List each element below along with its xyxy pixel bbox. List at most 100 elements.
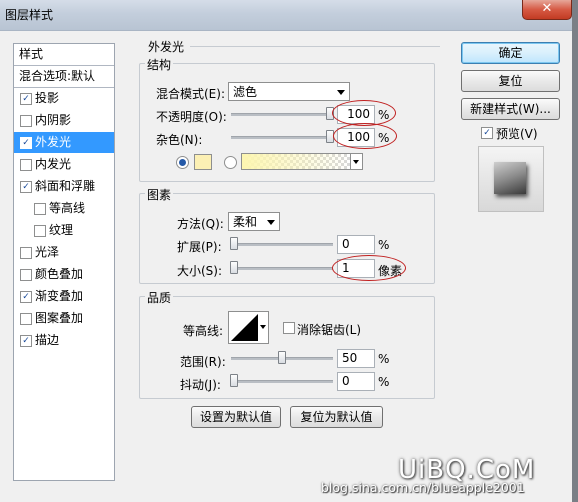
style-checkbox[interactable]	[34, 203, 46, 215]
style-list-item-label: 内阴影	[35, 113, 72, 127]
contour-label: 等高线:	[183, 324, 224, 338]
style-list-item[interactable]: ✓ 外发光	[14, 132, 114, 153]
style-checkbox[interactable]: ✓	[20, 93, 32, 105]
quality-title: 品质	[145, 289, 174, 306]
opacity-label: 不透明度(O):	[156, 110, 227, 124]
chevron-down-icon	[267, 220, 275, 225]
title-bar[interactable]: 图层样式 ✕	[0, 0, 578, 31]
contour-linear-icon	[231, 314, 258, 341]
style-checkbox[interactable]: ✓	[20, 291, 32, 303]
noise-slider[interactable]	[231, 136, 333, 139]
style-list-item[interactable]: ✓ 斜面和浮雕	[14, 176, 114, 197]
style-list-item[interactable]: ✓ 渐变叠加	[14, 286, 114, 307]
style-checkbox[interactable]	[20, 159, 32, 171]
blend-options-item[interactable]: 混合选项:默认	[14, 66, 114, 88]
chevron-down-icon	[337, 90, 345, 95]
ok-button[interactable]: 确定	[461, 42, 560, 64]
style-list: 样式 混合选项:默认 ✓ 投影 内阴影 ✓ 外发光 内发光 ✓ 斜面和浮雕 等高线 纹理 光泽 颜色叠…	[13, 43, 115, 481]
style-checkbox[interactable]: ✓	[20, 137, 32, 149]
style-list-item[interactable]: 图案叠加	[14, 308, 114, 329]
make-default-button[interactable]: 设置为默认值	[191, 406, 281, 428]
spread-input[interactable]: 0	[337, 235, 375, 254]
style-list-item-label: 描边	[35, 333, 60, 347]
style-list-item-label: 内发光	[35, 157, 72, 171]
preview-swatch	[494, 162, 526, 194]
size-slider[interactable]	[231, 267, 333, 270]
contour-dropdown[interactable]	[259, 311, 269, 344]
style-list-item-label: 光泽	[35, 245, 60, 259]
style-list-item[interactable]: 等高线	[14, 198, 114, 219]
glow-gradient-swatch[interactable]	[241, 153, 351, 170]
style-list-item-label: 图案叠加	[35, 311, 84, 325]
opacity-slider[interactable]	[231, 113, 333, 116]
style-list-item-label: 颜色叠加	[35, 267, 84, 281]
antialias-checkbox[interactable]	[283, 322, 295, 334]
style-checkbox[interactable]: ✓	[20, 335, 32, 347]
style-list-item-label: 等高线	[49, 201, 86, 215]
highlight-ellipse	[333, 123, 397, 149]
chevron-down-icon	[260, 325, 266, 329]
blend-mode-label: 混合模式(E):	[156, 87, 225, 101]
style-list-item-label: 外发光	[35, 135, 72, 149]
section-divider	[190, 46, 440, 47]
style-checkbox[interactable]	[20, 269, 32, 281]
watermark-url: blog.sina.com.cn/blueapple2001	[321, 480, 525, 495]
style-list-item[interactable]: ✓ 描边	[14, 330, 114, 351]
section-title: 外发光	[148, 40, 185, 54]
style-checkbox[interactable]	[20, 247, 32, 259]
spread-unit: %	[378, 238, 390, 252]
radio-dot	[179, 159, 186, 166]
range-input[interactable]: 50	[337, 349, 375, 368]
structure-title: 结构	[145, 56, 174, 73]
style-preview	[478, 146, 544, 212]
spread-slider[interactable]	[231, 243, 333, 246]
style-list-header[interactable]: 样式	[14, 44, 114, 66]
preview-label: 预览(V)	[496, 127, 538, 141]
style-list-item[interactable]: 纹理	[14, 220, 114, 241]
spread-label: 扩展(P):	[177, 240, 222, 254]
gradient-radio[interactable]	[224, 156, 237, 169]
style-list-item[interactable]: 光泽	[14, 242, 114, 263]
window-title: 图层样式	[5, 8, 54, 22]
style-checkbox[interactable]: ✓	[20, 181, 32, 193]
method-label: 方法(Q):	[177, 217, 224, 231]
antialias-label: 消除锯齿(L)	[297, 323, 362, 337]
range-slider-handle[interactable]	[278, 351, 286, 364]
jitter-input[interactable]: 0	[337, 372, 375, 391]
style-list-item-label: 投影	[35, 91, 60, 105]
jitter-slider[interactable]	[231, 380, 333, 383]
contour-picker[interactable]	[228, 311, 261, 344]
background-strip	[572, 0, 578, 502]
size-slider-handle[interactable]	[230, 261, 238, 274]
reset-button[interactable]: 复位	[461, 70, 560, 92]
jitter-label: 抖动(J):	[180, 378, 221, 392]
style-list-item[interactable]: 颜色叠加	[14, 264, 114, 285]
style-list-item[interactable]: ✓ 投影	[14, 88, 114, 109]
style-list-item-label: 纹理	[49, 223, 74, 237]
style-list-item[interactable]: 内发光	[14, 154, 114, 175]
method-select[interactable]: 柔和	[228, 212, 280, 231]
solid-color-radio[interactable]	[176, 156, 189, 169]
new-style-button[interactable]: 新建样式(W)...	[461, 98, 560, 120]
noise-label: 杂色(N):	[156, 133, 203, 147]
range-label: 范围(R):	[180, 355, 226, 369]
gradient-dropdown[interactable]	[350, 153, 363, 170]
reset-default-button[interactable]: 复位为默认值	[290, 406, 383, 428]
highlight-ellipse	[332, 255, 406, 281]
close-button[interactable]: ✕	[522, 0, 572, 20]
jitter-unit: %	[378, 375, 390, 389]
style-list-item[interactable]: 内阴影	[14, 110, 114, 131]
style-checkbox[interactable]	[20, 115, 32, 127]
chevron-down-icon	[353, 160, 359, 164]
spread-slider-handle[interactable]	[230, 237, 238, 250]
blend-mode-select[interactable]: 滤色	[228, 82, 350, 101]
glow-color-swatch[interactable]	[194, 154, 212, 170]
preview-checkbox[interactable]: ✓	[481, 127, 493, 139]
jitter-slider-handle[interactable]	[230, 374, 238, 387]
range-unit: %	[378, 352, 390, 366]
size-label: 大小(S):	[177, 264, 223, 278]
elements-title: 图素	[145, 186, 174, 203]
style-checkbox[interactable]	[20, 313, 32, 325]
style-list-item-label: 斜面和浮雕	[35, 179, 96, 193]
style-checkbox[interactable]	[34, 225, 46, 237]
